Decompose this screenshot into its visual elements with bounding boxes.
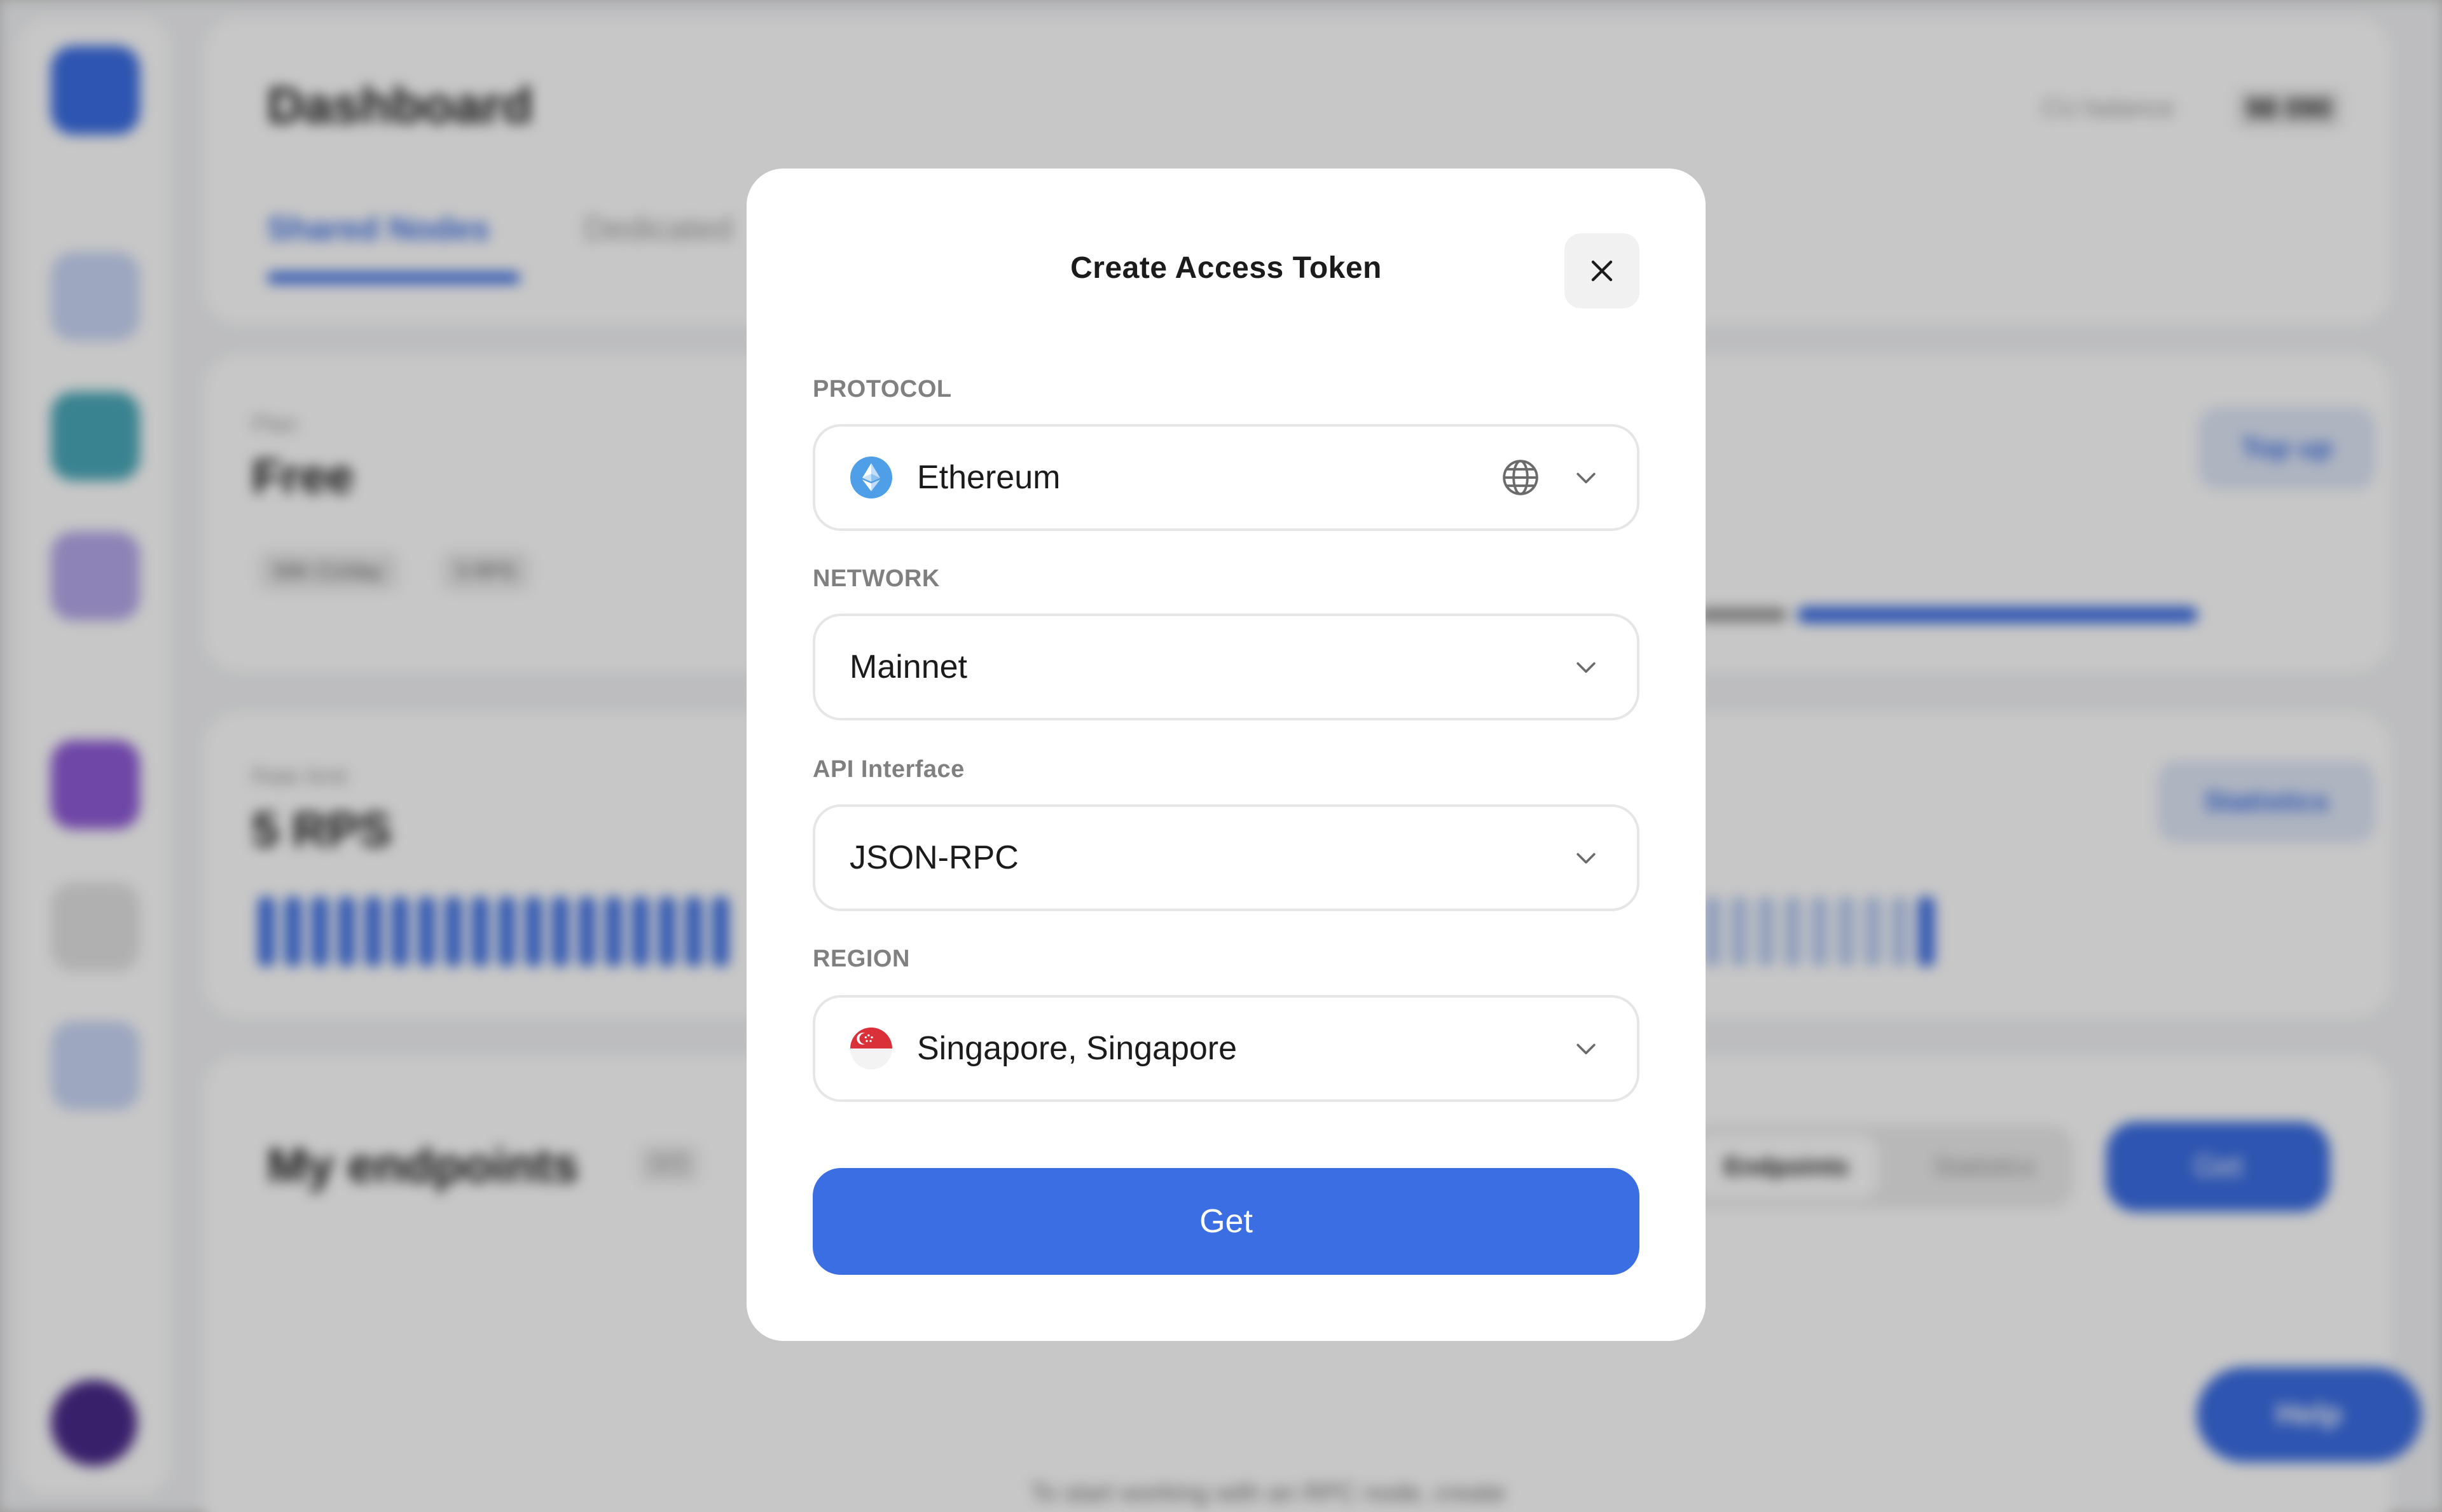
network-value: Mainnet [850,649,967,685]
api-interface-label: API Interface [813,756,965,783]
protocol-label: PROTOCOL [813,376,952,402]
create-token-modal: Create Access Token PROTOCOL Ethereum NE… [747,168,1706,1341]
network-label: NETWORK [813,565,940,592]
close-button[interactable] [1564,233,1639,308]
protocol-select[interactable]: Ethereum [813,424,1639,531]
api-interface-select[interactable]: JSON-RPC [813,804,1639,911]
chevron-down-icon [1569,461,1603,494]
singapore-flag-icon [850,1027,893,1070]
chevron-down-icon [1569,650,1603,684]
chevron-down-icon [1569,1032,1603,1065]
region-value: Singapore, Singapore [917,1030,1238,1067]
chevron-down-icon [1569,841,1603,874]
api-interface-value: JSON-RPC [850,839,1019,876]
network-select[interactable]: Mainnet [813,614,1639,720]
get-button[interactable]: Get [813,1168,1639,1275]
region-select[interactable]: Singapore, Singapore [813,995,1639,1102]
region-label: REGION [813,945,910,972]
globe-icon[interactable] [1500,457,1542,498]
close-icon [1591,260,1613,282]
ethereum-icon [850,456,893,499]
modal-title: Create Access Token [1070,251,1382,285]
protocol-value: Ethereum [917,459,1061,496]
